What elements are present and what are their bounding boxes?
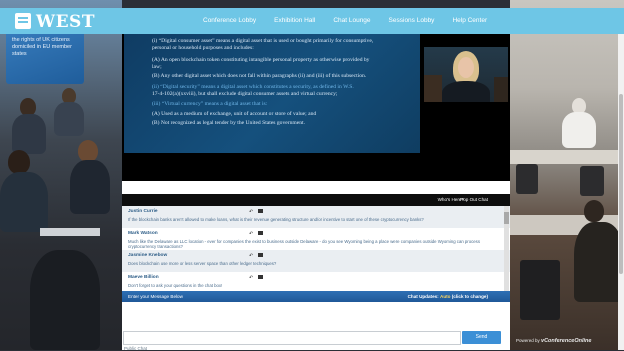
powered-by-prefix: Powered by	[516, 338, 540, 343]
speaker-torso	[442, 81, 490, 102]
audience-head	[584, 200, 604, 222]
chat-message-input[interactable]	[123, 331, 461, 345]
webcam-bookshelf	[494, 77, 508, 102]
chat-header-bar: Who's Here? Pop Out Chat	[122, 194, 510, 206]
chat-updates-hint: (click to change)	[451, 294, 488, 299]
chat-text: Much like the Delaware as LLC location -…	[128, 239, 480, 250]
audience-body	[574, 222, 624, 302]
audience-chair	[520, 260, 560, 320]
chat-author: Maeve Billion	[128, 275, 159, 280]
chat-message: Jasmine Knebow ↶ Does blockchain use mor…	[122, 250, 510, 272]
reply-icon[interactable]: ↶	[249, 275, 253, 281]
chat-text: Does blockchain use more or less server …	[128, 261, 277, 266]
pop-out-chat-link[interactable]: Pop Out Chat	[460, 197, 488, 202]
reply-icon[interactable]: ↶	[249, 209, 253, 215]
chat-updates-value: Auto	[440, 294, 451, 299]
nav-chat-lounge[interactable]: Chat Lounge	[333, 8, 370, 34]
slide-line: (i) “Digital consumer asset” means a dig…	[152, 38, 374, 44]
main-nav: Conference Lobby Exhibition Hall Chat Lo…	[203, 8, 505, 34]
speaker-face	[458, 57, 474, 78]
nav-sessions-lobby[interactable]: Sessions Lobby	[389, 8, 435, 34]
enter-message-label: Enter your Message Below	[128, 294, 183, 299]
background-left-audience: domiciled in the UK and the rights of UK…	[0, 0, 122, 350]
nav-conference-lobby[interactable]: Conference Lobby	[203, 8, 256, 34]
west-logo-icon[interactable]	[15, 13, 31, 29]
slide-line: (iii) “Virtual currency” means a digital…	[152, 101, 268, 107]
top-navigation-bar: WEST Conference Lobby Exhibition Hall Ch…	[0, 8, 624, 34]
audience-body	[70, 160, 110, 214]
nav-help-center[interactable]: Help Center	[452, 8, 487, 34]
comment-icon[interactable]	[258, 209, 263, 213]
slide-line: (B) Any other digital asset which does n…	[152, 73, 367, 79]
comment-icon[interactable]	[258, 253, 263, 257]
send-button[interactable]: Send	[462, 331, 501, 344]
slide-line: (A) An open blockchain token constitutin…	[152, 57, 370, 63]
chat-updates-label: Chat Updates:	[407, 294, 439, 299]
comment-icon[interactable]	[258, 231, 263, 235]
reply-icon[interactable]: ↶	[249, 231, 253, 237]
chat-message-list[interactable]: Justin Currie ↶ If the blockchain banks …	[122, 206, 510, 291]
chat-updates-toggle[interactable]: Chat Updates: Auto (click to change)	[408, 294, 488, 299]
background-right-audience	[510, 0, 624, 350]
slide-line: law;	[152, 64, 162, 70]
slide-line: (ii) “Digital security” means a digital …	[152, 84, 354, 90]
audience-head	[8, 150, 30, 174]
audience-chair	[30, 250, 100, 350]
slide-line: 17-4-102(a)(xxviii), but shall exclude d…	[152, 91, 338, 97]
nav-exhibition-hall[interactable]: Exhibition Hall	[274, 8, 315, 34]
chat-scrollbar[interactable]	[504, 206, 509, 291]
audience-body	[562, 112, 596, 148]
chat-message: Mark Watson ↶ Much like the Delaware as …	[122, 228, 510, 250]
chat-message: Maeve Billion ↶ Don't forget to ask your…	[122, 272, 510, 291]
chat-author: Mark Watson	[128, 231, 158, 236]
chat-text: Don't forget to ask your questions in th…	[128, 283, 223, 288]
slide-line: (B) Not recognized as legal tender by th…	[152, 120, 306, 126]
audience-table	[510, 150, 624, 164]
audience-body	[54, 102, 84, 136]
slide-line: personal or household purposes and inclu…	[152, 45, 254, 51]
audience-body	[12, 114, 46, 154]
comment-icon[interactable]	[258, 275, 263, 279]
session-panel: (i) “Digital consumer asset” means a dig…	[122, 34, 510, 351]
audience-body	[0, 172, 48, 232]
powered-by-footer: Powered by vConferenceOnline	[516, 338, 591, 344]
audience-table	[40, 228, 100, 236]
audience-chair	[516, 164, 538, 194]
speaker-webcam	[424, 47, 508, 102]
chat-message: Justin Currie ↶ If the blockchain banks …	[122, 206, 510, 228]
page-scrollbar-thumb[interactable]	[619, 94, 623, 274]
webcam-bookshelf	[424, 75, 442, 102]
slide-line: (A) Used as a medium of exchange, unit o…	[152, 111, 317, 117]
background-screen-text: domiciled in the UK and the rights of UK…	[12, 30, 72, 57]
chat-text: If the blockchain banks aren't allowed t…	[128, 217, 424, 222]
public-chat-label[interactable]: Public Chat	[124, 346, 147, 351]
chat-input-bar: Enter your Message Below Chat Updates: A…	[122, 291, 510, 302]
chat-author: Jasmine Knebow	[128, 253, 168, 258]
audience-head	[78, 140, 98, 162]
logo-text[interactable]: WEST	[36, 12, 95, 32]
reply-icon[interactable]: ↶	[249, 253, 253, 259]
page-scrollbar[interactable]	[618, 34, 624, 350]
chat-scrollbar-thumb[interactable]	[504, 212, 509, 224]
powered-by-brand[interactable]: vConferenceOnline	[541, 338, 591, 344]
chat-author: Justin Currie	[128, 209, 158, 214]
audience-chair	[580, 166, 604, 196]
presentation-slide: (i) “Digital consumer asset” means a dig…	[124, 34, 420, 153]
video-player[interactable]: (i) “Digital consumer asset” means a dig…	[122, 34, 510, 181]
